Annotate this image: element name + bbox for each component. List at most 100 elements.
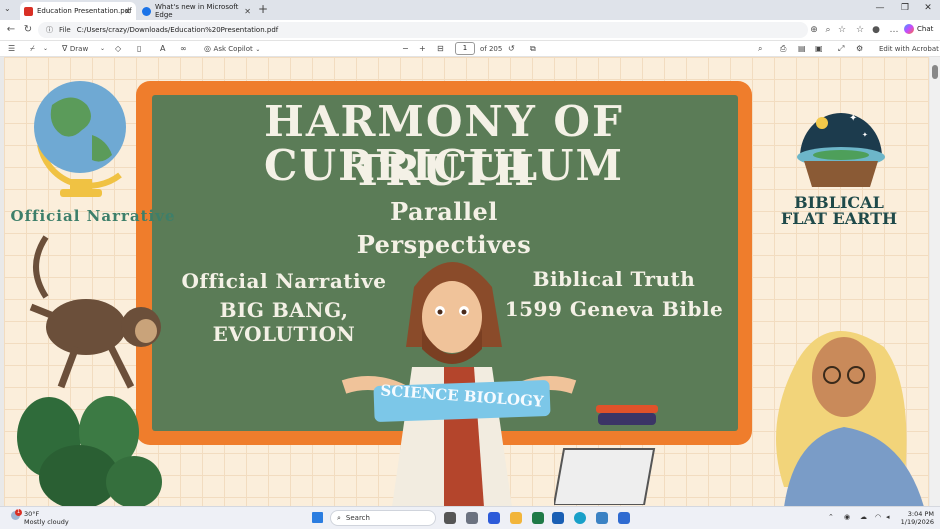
side-label-right-line2: FLAT EARTH: [780, 209, 898, 228]
address-bar[interactable]: ⓘ File C:/Users/crazy/Downloads/Educatio…: [38, 22, 808, 38]
page-view-icon[interactable]: ⧉: [530, 44, 536, 54]
slide-subtitle-line2: Perspectives: [356, 230, 532, 259]
chat-label: Chat: [917, 25, 934, 33]
settings-icon[interactable]: ⚙: [856, 44, 863, 53]
edge-icon[interactable]: [574, 512, 586, 524]
zoom-out-button[interactable]: −: [402, 44, 409, 53]
ask-copilot-label: Ask Copilot: [213, 45, 253, 53]
excel-icon[interactable]: [532, 512, 544, 524]
copilot-tray-icon[interactable]: ◉: [844, 513, 850, 521]
slide-subtitle-line1: Parallel: [390, 197, 498, 226]
close-icon[interactable]: ✕: [124, 7, 131, 16]
read-aloud-icon[interactable]: A: [160, 44, 165, 53]
more-menu-icon[interactable]: …: [888, 25, 900, 35]
contents-icon[interactable]: ☰: [8, 44, 15, 53]
close-window-button[interactable]: ✕: [920, 3, 936, 13]
outlook-icon[interactable]: [552, 512, 564, 524]
edge-icon: [142, 6, 151, 16]
clock-time: 3:04 PM: [907, 510, 934, 518]
photos-icon[interactable]: [596, 512, 608, 524]
right-detail: 1599 Geneva Bible: [504, 297, 724, 321]
tab-actions-button[interactable]: ⌄: [4, 4, 11, 13]
search-placeholder: Search: [345, 514, 370, 522]
pdf-document-area: ✦ ✦ HARMONY OF TRUTH CURRICULUM Parallel…: [0, 57, 940, 506]
weather-temp: 30°F: [24, 510, 40, 518]
start-icon[interactable]: [312, 512, 323, 523]
fit-page-icon[interactable]: ⊟: [437, 44, 444, 53]
translate-icon[interactable]: ⊕: [808, 25, 820, 35]
volume-icon[interactable]: ◂: [886, 513, 890, 521]
immersive-reader-icon[interactable]: ∞: [180, 44, 187, 53]
profile-avatar[interactable]: ●: [870, 25, 882, 35]
svg-text:✦: ✦: [849, 113, 857, 124]
slide-page: ✦ ✦ HARMONY OF TRUTH CURRICULUM Parallel…: [4, 57, 929, 506]
tab-education-presentation[interactable]: Education Presentation.pdf ✕: [20, 2, 136, 20]
tab-whats-new-edge[interactable]: What's new in Microsoft Edge ✕: [138, 2, 256, 20]
zoom-icon[interactable]: ⌕: [822, 25, 834, 35]
draw-icon: ∇: [62, 44, 68, 53]
copilot-icon: [904, 24, 914, 34]
edit-with-acrobat-button[interactable]: Edit with Acrobat: [879, 45, 939, 53]
page-total: of 205: [480, 45, 503, 53]
minimize-button[interactable]: —: [872, 3, 888, 13]
rotate-icon[interactable]: ↺: [508, 44, 515, 53]
highlight-icon[interactable]: ⌿: [30, 44, 35, 54]
chevron-down-icon[interactable]: ⌄: [100, 45, 105, 52]
windows-taskbar: 1 30°F Mostly cloudy ⌕ Search ⌃ ◉ ☁ ◠ ◂ …: [0, 506, 940, 529]
weather-desc: Mostly cloudy: [24, 518, 69, 526]
view-icon[interactable]: ▯: [137, 44, 141, 53]
left-detail: BIG BANG, EVOLUTION: [212, 298, 356, 346]
eraser-icon[interactable]: ◇: [115, 44, 121, 53]
globe-illustration: [34, 81, 126, 197]
pdf-toolbar: ☰ ⌿ ⌄ ∇ Draw ⌄ ◇ ▯ A ∞ ◎ Ask Copilot ⌄ −…: [0, 40, 940, 57]
photo-editor-icon[interactable]: [488, 512, 500, 524]
scrollbar-thumb[interactable]: [932, 65, 938, 79]
save-icon[interactable]: ▤: [798, 44, 806, 53]
draw-button[interactable]: ∇ Draw: [62, 44, 88, 53]
file-explorer-icon[interactable]: [510, 512, 522, 524]
monkey-illustration: [29, 235, 161, 389]
print-icon[interactable]: ⎙: [780, 44, 786, 54]
laptop-illustration: [554, 448, 656, 505]
onedrive-icon[interactable]: ☁: [860, 513, 867, 521]
chevron-up-icon[interactable]: ⌃: [828, 513, 834, 521]
right-heading: Biblical Truth: [532, 267, 696, 291]
store-icon[interactable]: [618, 512, 630, 524]
pdf-icon: [24, 6, 33, 16]
tab-bar: ⌄ Education Presentation.pdf ✕ What's ne…: [0, 0, 940, 20]
student-illustration: [776, 331, 924, 506]
side-label-left: Official Narrative: [10, 207, 176, 225]
scheme-label: File: [59, 26, 71, 34]
refresh-button[interactable]: ↻: [21, 24, 35, 35]
clock-date: 1/19/2026: [900, 518, 934, 526]
back-button[interactable]: ←: [4, 24, 18, 35]
search-icon[interactable]: ⌕: [758, 44, 762, 54]
tab-title: What's new in Microsoft Edge: [155, 3, 239, 19]
svg-text:✦: ✦: [862, 131, 868, 139]
wifi-icon[interactable]: ◠: [875, 513, 881, 521]
task-view-icon[interactable]: [444, 512, 456, 524]
vertical-scrollbar[interactable]: [930, 57, 940, 506]
weather-widget[interactable]: 1 30°F Mostly cloudy: [11, 509, 69, 526]
fullscreen-icon[interactable]: ⤢: [838, 44, 844, 54]
new-tab-button[interactable]: +: [258, 2, 268, 16]
close-icon[interactable]: ✕: [244, 7, 251, 16]
address-bar-row: ← ↻ ⓘ File C:/Users/crazy/Downloads/Educ…: [0, 20, 940, 40]
copilot-chat-button[interactable]: Chat: [904, 24, 933, 34]
system-clock[interactable]: 3:04 PM 1/19/2026: [896, 510, 934, 526]
flat-earth-dome-illustration: ✦ ✦: [797, 113, 885, 187]
books-illustration: [596, 405, 658, 425]
save-as-icon[interactable]: ▣: [815, 44, 823, 53]
url-text: C:/Users/crazy/Downloads/Education%20Pre…: [76, 26, 279, 34]
taskbar-search[interactable]: ⌕ Search: [330, 510, 436, 526]
calculator-icon[interactable]: [466, 512, 478, 524]
zoom-in-button[interactable]: +: [419, 44, 426, 53]
maximize-button[interactable]: ❐: [897, 3, 913, 13]
favorites-icon[interactable]: ☆: [854, 25, 866, 35]
file-icon: ⓘ: [46, 26, 53, 34]
ask-copilot-button[interactable]: ◎ Ask Copilot ⌄: [204, 44, 260, 53]
page-number-input[interactable]: 1: [455, 42, 475, 55]
chevron-down-icon: ⌄: [255, 46, 261, 53]
favorite-star-icon[interactable]: ☆: [836, 25, 848, 35]
chevron-down-icon[interactable]: ⌄: [43, 45, 48, 52]
